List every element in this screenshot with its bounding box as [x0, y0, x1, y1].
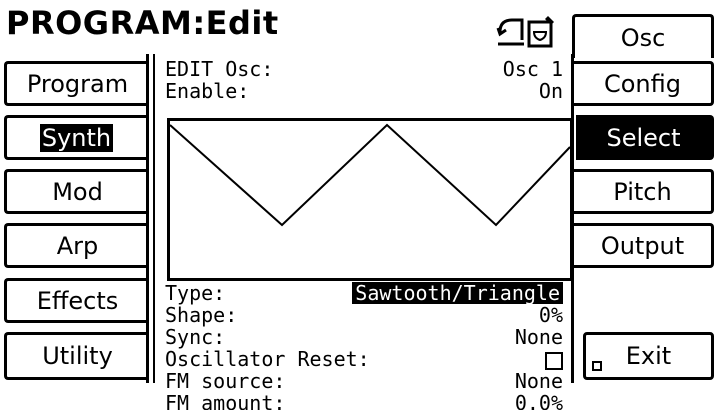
param-type-value: Sawtooth/Triangle	[352, 282, 563, 304]
param-shape-label: Shape:	[165, 303, 238, 327]
edit-panel: EDIT Osc: Osc 1 Enable: On Type: Sawtoot…	[146, 54, 574, 410]
tab-mod[interactable]: Mod	[4, 169, 148, 214]
param-fm-amount-value: 0.0%	[514, 392, 563, 410]
param-sync-label: Sync:	[165, 325, 226, 349]
tab-synth-label: Synth	[39, 123, 114, 152]
param-fm-source-label: FM source:	[165, 369, 286, 393]
header-icons	[496, 16, 554, 48]
enable-value: On	[538, 79, 563, 103]
page-title: PROGRAM:Edit	[6, 4, 279, 42]
tab-config[interactable]: Config	[574, 61, 714, 106]
undo-icon[interactable]	[496, 18, 524, 46]
tab-config-label: Config	[603, 69, 681, 98]
tab-arp[interactable]: Arp	[4, 223, 148, 268]
checkbox-icon	[545, 351, 563, 370]
param-shape-row[interactable]: Shape: 0%	[165, 304, 563, 326]
tab-utility[interactable]: Utility	[4, 332, 148, 380]
tab-output[interactable]: Output	[574, 223, 714, 268]
param-shape-value: 0%	[538, 303, 563, 327]
param-fm-source-row[interactable]: FM source: None	[165, 370, 563, 392]
param-fm-amount-row[interactable]: FM amount: 0.0%	[165, 392, 563, 410]
tab-effects[interactable]: Effects	[4, 278, 148, 323]
param-type-label: Type:	[165, 281, 226, 305]
tab-program-label: Program	[26, 69, 129, 98]
tab-osc[interactable]: Osc	[572, 14, 714, 58]
param-osc-reset-checkbox[interactable]	[545, 348, 563, 370]
enable-row[interactable]: Enable: On	[165, 80, 563, 102]
tab-output-label: Output	[600, 231, 685, 260]
tab-arp-label: Arp	[56, 231, 99, 260]
tab-select-label: Select	[606, 123, 681, 152]
param-fm-amount-label: FM amount:	[165, 392, 286, 410]
param-sync-row[interactable]: Sync: None	[165, 326, 563, 348]
edit-osc-label: EDIT Osc:	[165, 57, 274, 81]
edit-osc-value: Osc 1	[502, 57, 563, 81]
exit-button[interactable]: Exit	[583, 332, 714, 380]
param-fm-source-value: None	[514, 369, 563, 393]
param-sync-value: None	[514, 325, 563, 349]
param-osc-reset-row[interactable]: Oscillator Reset:	[165, 348, 563, 370]
tab-program[interactable]: Program	[4, 61, 148, 106]
edit-panel-inner: EDIT Osc: Osc 1 Enable: On Type: Sawtoot…	[153, 54, 573, 410]
edit-osc-row[interactable]: EDIT Osc: Osc 1	[165, 58, 563, 80]
waveform-display	[167, 118, 573, 281]
waveform-graph	[169, 123, 571, 227]
tab-effects-label: Effects	[36, 286, 119, 315]
edit-document-icon[interactable]	[527, 16, 554, 48]
param-osc-reset-label: Oscillator Reset:	[165, 347, 370, 371]
param-type-row[interactable]: Type: Sawtooth/Triangle	[165, 282, 563, 304]
tab-utility-label: Utility	[42, 342, 113, 370]
tab-pitch-label: Pitch	[613, 177, 672, 206]
tab-pitch[interactable]: Pitch	[574, 169, 714, 214]
tab-osc-label: Osc	[620, 23, 666, 52]
tab-select[interactable]: Select	[576, 115, 714, 160]
enable-label: Enable:	[165, 79, 250, 103]
exit-indicator-icon	[592, 361, 602, 371]
tab-synth[interactable]: Synth	[4, 115, 146, 160]
exit-button-label: Exit	[625, 342, 672, 370]
tab-mod-label: Mod	[52, 177, 103, 206]
